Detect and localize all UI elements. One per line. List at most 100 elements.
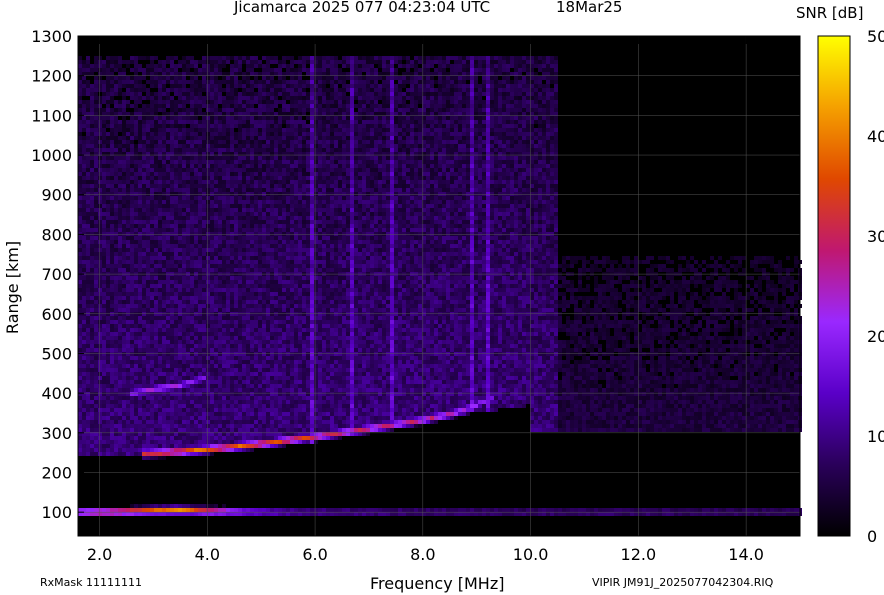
heatmap-cell	[158, 232, 162, 236]
heatmap-cell	[218, 328, 222, 332]
heatmap-cell	[106, 408, 110, 412]
heatmap-cell	[274, 212, 278, 216]
heatmap-cell	[130, 412, 134, 416]
heatmap-cell	[230, 352, 234, 356]
heatmap-cell	[266, 400, 270, 404]
heatmap-cell	[266, 60, 270, 64]
heatmap-cell	[150, 344, 154, 348]
heatmap-cell	[274, 252, 278, 256]
heatmap-cell	[266, 276, 270, 280]
heatmap-cell	[182, 204, 186, 208]
heatmap-cell	[198, 100, 202, 104]
heatmap-cell	[190, 244, 194, 248]
heatmap-cell	[238, 296, 242, 300]
heatmap-cell	[270, 256, 274, 260]
heatmap-cell	[218, 448, 222, 452]
heatmap-cell	[230, 300, 234, 304]
heatmap-cell	[190, 216, 194, 220]
heatmap-cell	[110, 228, 114, 232]
heatmap-cell	[110, 280, 114, 284]
heatmap-cell	[226, 204, 230, 208]
heatmap-cell	[206, 64, 210, 68]
heatmap-cell	[114, 452, 118, 456]
heatmap-cell	[218, 512, 222, 516]
heatmap-cell	[254, 144, 258, 148]
heatmap-cell	[238, 428, 242, 432]
heatmap-cell	[186, 236, 190, 240]
heatmap-cell	[206, 164, 210, 168]
heatmap-cell	[246, 196, 250, 200]
heatmap-cell	[166, 412, 170, 416]
heatmap-cell	[222, 104, 226, 108]
heatmap-cell	[202, 68, 206, 72]
heatmap-cell	[270, 192, 274, 196]
heatmap-cell	[150, 424, 154, 428]
heatmap-cell	[78, 352, 82, 356]
heatmap-cell	[230, 148, 234, 152]
heatmap-cell	[202, 296, 206, 300]
heatmap-cell	[254, 92, 258, 96]
heatmap-cell	[274, 232, 278, 236]
heatmap-cell	[182, 428, 186, 432]
heatmap-cell	[158, 184, 162, 188]
heatmap-cell	[134, 340, 138, 344]
heatmap-cell	[214, 420, 218, 424]
heatmap-cell	[118, 192, 122, 196]
heatmap-cell	[138, 88, 142, 92]
heatmap-cell	[206, 444, 210, 448]
heatmap-cell	[262, 148, 266, 152]
heatmap-cell	[130, 300, 134, 304]
heatmap-cell	[138, 204, 142, 208]
heatmap-cell	[238, 84, 242, 88]
heatmap-cell	[162, 332, 166, 336]
heatmap-cell	[262, 172, 266, 176]
heatmap-cell	[134, 220, 138, 224]
heatmap-cell	[182, 304, 186, 308]
heatmap-cell	[138, 372, 142, 376]
heatmap-cell	[274, 280, 278, 284]
heatmap-cell	[194, 292, 198, 296]
heatmap-cell	[150, 336, 154, 340]
heatmap-cell	[178, 296, 182, 300]
heatmap-cell	[86, 132, 90, 136]
heatmap-cell	[254, 248, 258, 252]
heatmap-cell	[106, 324, 110, 328]
heatmap-cell	[174, 404, 178, 408]
heatmap-cell	[210, 376, 214, 380]
heatmap-cell	[222, 204, 226, 208]
heatmap-cell	[86, 448, 90, 452]
heatmap-cell	[138, 108, 142, 112]
heatmap-cell	[250, 204, 254, 208]
heatmap-cell	[186, 72, 190, 76]
heatmap-cell	[186, 508, 190, 512]
heatmap-cell	[90, 196, 94, 200]
heatmap-cell	[202, 184, 206, 188]
heatmap-cell	[246, 200, 250, 204]
heatmap-cell	[142, 148, 146, 152]
heatmap-cell	[146, 120, 150, 124]
heatmap-cell	[186, 392, 190, 396]
heatmap-cell	[134, 400, 138, 404]
heatmap-cell	[214, 80, 218, 84]
heatmap-cell	[94, 384, 98, 388]
heatmap-cell	[274, 344, 278, 348]
heatmap-cell	[134, 452, 138, 456]
heatmap-cell	[246, 344, 250, 348]
heatmap-cell	[138, 428, 142, 432]
heatmap-cell	[78, 268, 82, 272]
heatmap-cell	[134, 164, 138, 168]
heatmap-cell	[122, 440, 126, 444]
heatmap-cell	[190, 316, 194, 320]
heatmap-cell	[198, 376, 202, 380]
heatmap-cell	[178, 344, 182, 348]
heatmap-cell	[142, 300, 146, 304]
heatmap-cell	[106, 292, 110, 296]
heatmap-cell	[118, 84, 122, 88]
heatmap-cell	[190, 268, 194, 272]
heatmap-cell	[198, 452, 202, 456]
heatmap-cell	[134, 256, 138, 260]
heatmap-cell	[182, 216, 186, 220]
heatmap-cell	[78, 176, 82, 180]
heatmap-cell	[114, 260, 118, 264]
heatmap-cell	[234, 280, 238, 284]
